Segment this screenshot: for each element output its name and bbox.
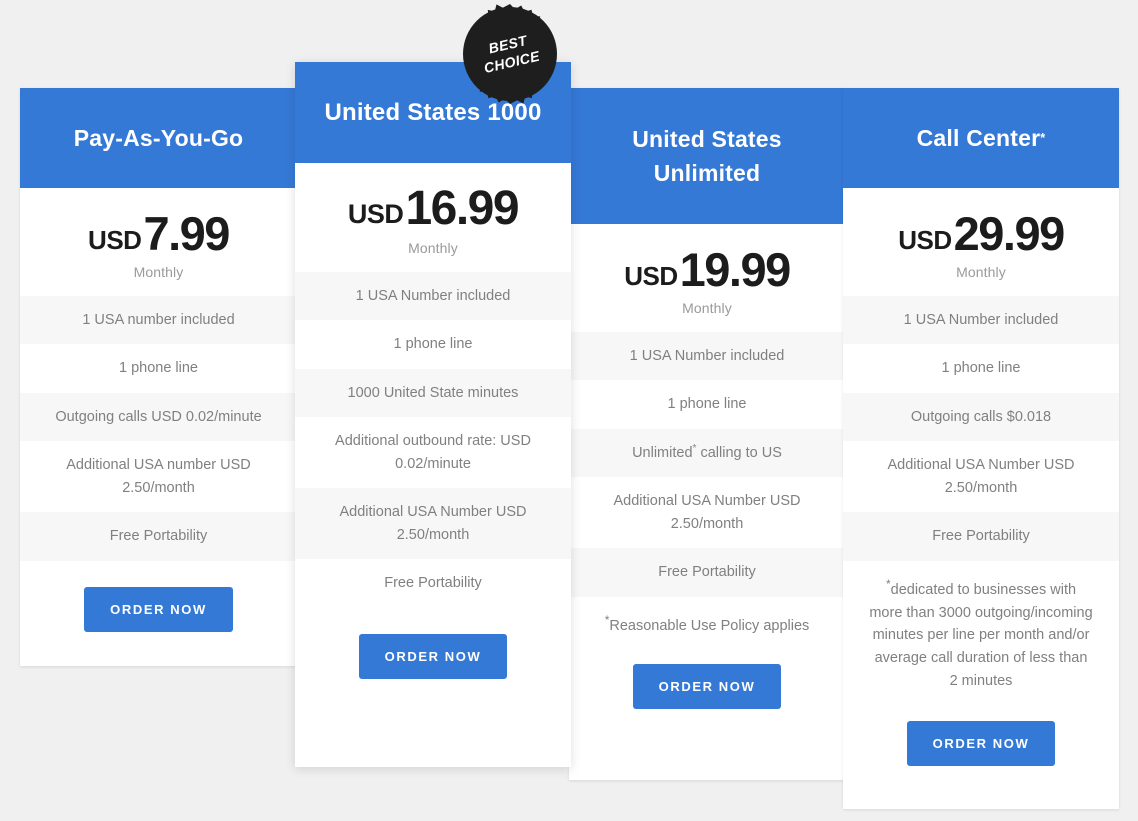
- feature-row: Unlimited* calling to US: [569, 428, 845, 478]
- feature-row: 1 USA Number included: [569, 332, 845, 381]
- plan-footnote: *dedicated to businesses with more than …: [843, 560, 1119, 700]
- plan-price-block: USD 16.99 Monthly: [295, 163, 571, 272]
- feature-row: Additional USA Number USD 2.50/month: [843, 441, 1119, 513]
- feature-row: 1 USA number included: [20, 296, 297, 345]
- feature-row: 1 USA Number included: [295, 272, 571, 321]
- feature-list: 1 USA Number included 1 phone line Outgo…: [843, 296, 1119, 561]
- plan-card-united-states-1000: United States 1000 USD 16.99 Monthly 1 U…: [295, 62, 571, 767]
- feature-row: Additional outbound rate: USD 0.02/minut…: [295, 417, 571, 489]
- feature-row: Free Portability: [295, 559, 571, 608]
- best-choice-badge: BEST CHOICE: [459, 3, 561, 105]
- price-amount: 29.99: [953, 207, 1066, 260]
- plan-header: Call Center *: [843, 88, 1119, 188]
- price-period: Monthly: [956, 264, 1006, 280]
- cta-container: ORDER NOW: [20, 560, 297, 666]
- plan-card-call-center: Call Center * USD 29.99 Monthly 1 USA Num…: [843, 88, 1119, 809]
- feature-row: 1 phone line: [843, 344, 1119, 393]
- cta-container: ORDER NOW: [843, 699, 1119, 809]
- price-currency: USD: [347, 199, 404, 229]
- feature-row: 1 phone line: [20, 344, 297, 393]
- plan-price-block: USD 29.99 Monthly: [843, 188, 1119, 296]
- feature-row: 1 phone line: [569, 380, 845, 429]
- price-period: Monthly: [682, 300, 732, 316]
- feature-list: 1 USA number included 1 phone line Outgo…: [20, 296, 297, 561]
- price-currency: USD: [88, 225, 142, 255]
- feature-row: Additional USA number USD 2.50/month: [20, 441, 297, 513]
- feature-list: 1 USA Number included 1 phone line Unlim…: [569, 332, 845, 597]
- feature-row: Free Portability: [569, 548, 845, 597]
- plan-price-block: USD 19.99 Monthly: [569, 224, 845, 332]
- feature-row: Outgoing calls USD 0.02/minute: [20, 392, 297, 442]
- order-now-button[interactable]: ORDER NOW: [84, 586, 233, 632]
- price-amount: 16.99: [405, 182, 519, 235]
- feature-row: 1 USA Number included: [843, 296, 1119, 345]
- price-currency: USD: [898, 225, 952, 255]
- plan-header: United States Unlimited: [569, 88, 845, 224]
- feature-row: 1 phone line: [295, 320, 571, 369]
- price-amount: 19.99: [679, 243, 792, 296]
- cta-container: ORDER NOW: [569, 643, 845, 780]
- plan-price: USD 19.99: [569, 246, 845, 293]
- feature-row: 1000 United State minutes: [295, 368, 571, 418]
- plan-title: Call Center: [916, 124, 1041, 151]
- order-now-button[interactable]: ORDER NOW: [632, 663, 782, 709]
- feature-list: 1 USA Number included 1 phone line 1000 …: [295, 272, 571, 608]
- order-now-button[interactable]: ORDER NOW: [906, 721, 1056, 767]
- feature-row: Outgoing calls $0.018: [843, 392, 1119, 442]
- price-period: Monthly: [408, 240, 458, 256]
- plan-card-united-states-unlimited: United States Unlimited USD 19.99 Monthl…: [569, 88, 845, 780]
- plan-price-block: USD 7.99 Monthly: [20, 188, 297, 296]
- starburst-badge-icon: [463, 4, 557, 104]
- plan-price: USD 29.99: [843, 210, 1119, 257]
- feature-row: Free Portability: [20, 512, 297, 561]
- plan-price: USD 7.99: [20, 210, 297, 257]
- pricing-table: Pay-As-You-Go USD 7.99 Monthly 1 USA num…: [0, 0, 1138, 821]
- plan-header: Pay-As-You-Go: [20, 88, 297, 188]
- feature-row: Free Portability: [843, 512, 1119, 561]
- feature-row: Additional USA Number USD 2.50/month: [569, 477, 845, 549]
- price-amount: 7.99: [143, 207, 230, 260]
- price-currency: USD: [624, 261, 678, 291]
- price-period: Monthly: [133, 264, 184, 280]
- feature-row: Additional USA Number USD 2.50/month: [295, 488, 571, 560]
- plan-title: Pay-As-You-Go: [73, 124, 244, 151]
- plan-footnote: *Reasonable Use Policy applies: [569, 596, 845, 644]
- plan-card-pay-as-you-go: Pay-As-You-Go USD 7.99 Monthly 1 USA num…: [20, 88, 297, 666]
- plan-title: United States Unlimited: [632, 125, 782, 187]
- plan-price: USD 16.99: [295, 185, 571, 233]
- order-now-button[interactable]: ORDER NOW: [358, 633, 508, 679]
- cta-container: ORDER NOW: [295, 607, 571, 767]
